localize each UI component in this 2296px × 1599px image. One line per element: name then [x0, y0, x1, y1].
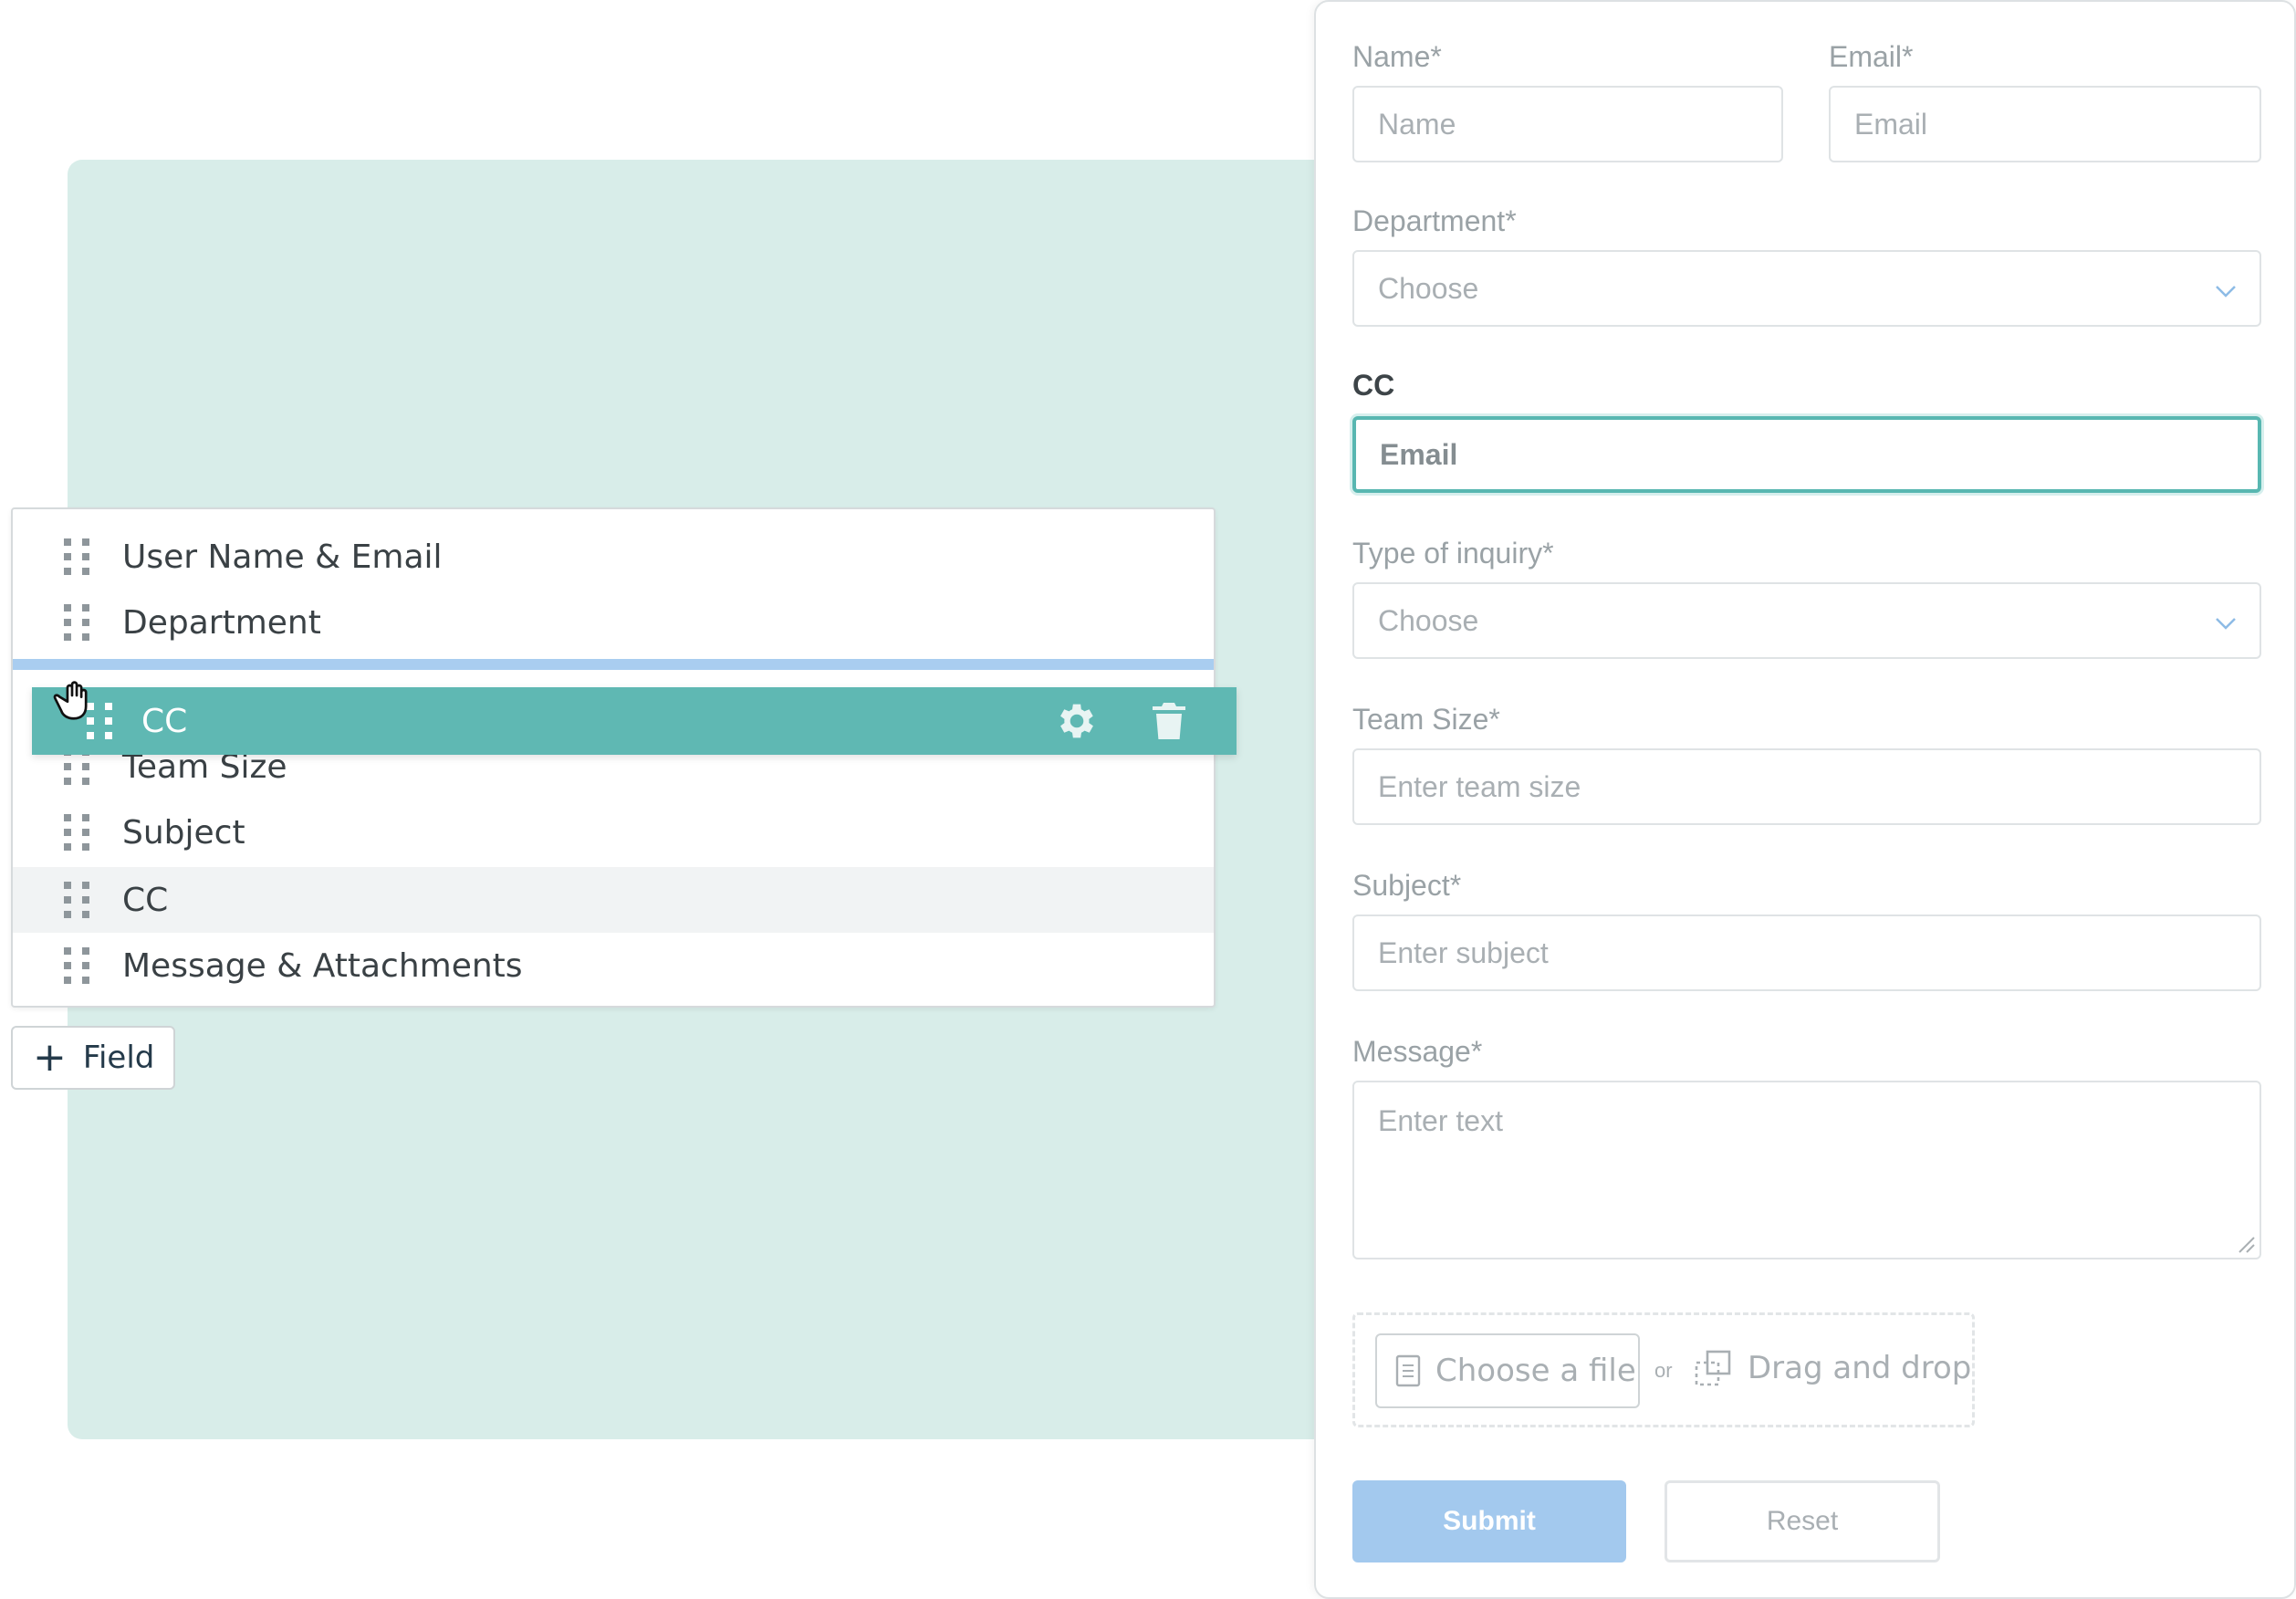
dragged-field-item[interactable]: CC	[32, 687, 1237, 755]
email-placeholder: Email	[1854, 107, 1928, 141]
subject-input[interactable]: Enter subject	[1352, 914, 2261, 991]
field-item-cc[interactable]: CC	[13, 867, 1214, 933]
field-item-user-name-email[interactable]: User Name & Email	[13, 524, 1214, 590]
team-size-input[interactable]: Enter team size	[1352, 748, 2261, 825]
grip-icon[interactable]	[64, 538, 91, 575]
department-value: Choose	[1378, 271, 1479, 305]
plus-icon: +	[33, 1034, 67, 1081]
chevron-down-icon	[2216, 618, 2236, 630]
name-input[interactable]: Name	[1352, 86, 1783, 162]
drag-and-drop: Drag and drop	[1693, 1348, 1971, 1388]
reset-label: Reset	[1766, 1506, 1839, 1536]
resize-handle-icon[interactable]	[2234, 1232, 2256, 1254]
team-size-label: Team Size*	[1352, 703, 1500, 736]
field-item-subject[interactable]: Subject	[13, 800, 1214, 865]
department-label: Department*	[1352, 204, 1517, 237]
drop-indicator	[13, 659, 1214, 670]
cc-label: CC	[1352, 369, 1395, 402]
grip-icon[interactable]	[64, 814, 91, 851]
field-item-label: Message & Attachments	[122, 946, 523, 985]
message-placeholder: Enter text	[1378, 1104, 1503, 1137]
reset-button[interactable]: Reset	[1665, 1480, 1940, 1562]
field-item-label: CC	[122, 881, 169, 919]
message-label: Message*	[1352, 1035, 1483, 1068]
field-item-message-attachments[interactable]: Message & Attachments	[13, 933, 1214, 998]
drag-and-drop-label: Drag and drop	[1748, 1350, 1972, 1386]
field-item-label: User Name & Email	[122, 538, 443, 576]
choose-file-label: Choose a file	[1435, 1353, 1636, 1389]
subject-placeholder: Enter subject	[1378, 935, 1549, 969]
document-icon	[1395, 1354, 1421, 1387]
add-field-label: Field	[82, 1040, 155, 1076]
file-upload-zone[interactable]: Choose a file or Drag and drop	[1352, 1312, 1975, 1427]
inquiry-label: Type of inquiry*	[1352, 537, 1554, 570]
grip-icon[interactable]	[64, 882, 91, 918]
submit-label: Submit	[1443, 1506, 1536, 1536]
gear-icon[interactable]	[1054, 698, 1100, 744]
email-label: Email*	[1829, 40, 1914, 73]
chevron-down-icon	[2216, 286, 2236, 298]
form-preview-panel: Name* Name Email* Email Department* Choo…	[1314, 0, 2296, 1599]
name-label: Name*	[1352, 40, 1442, 73]
email-input[interactable]: Email	[1829, 86, 2261, 162]
inquiry-value: Choose	[1378, 603, 1479, 637]
cc-email-input[interactable]: Email	[1352, 416, 2261, 493]
dragged-field-label: CC	[141, 702, 188, 740]
drag-drop-icon	[1695, 1350, 1731, 1386]
field-list: User Name & Email Department Team Size S…	[11, 507, 1216, 1008]
cc-placeholder: Email	[1380, 437, 1458, 471]
grip-icon[interactable]	[64, 604, 91, 641]
grip-icon[interactable]	[64, 947, 91, 984]
add-field-button[interactable]: + Field	[11, 1026, 175, 1090]
or-label: or	[1654, 1359, 1673, 1382]
field-item-label: Department	[122, 603, 321, 642]
field-item-label: Subject	[122, 813, 245, 852]
department-select[interactable]: Choose	[1352, 250, 2261, 327]
team-size-placeholder: Enter team size	[1378, 769, 1581, 803]
name-placeholder: Name	[1378, 107, 1456, 141]
subject-label: Subject*	[1352, 869, 1462, 902]
field-item-department[interactable]: Department	[13, 590, 1214, 655]
choose-file-button[interactable]: Choose a file	[1375, 1333, 1640, 1408]
message-textarea[interactable]: Enter text	[1352, 1081, 2261, 1259]
submit-button[interactable]: Submit	[1352, 1480, 1626, 1562]
grab-hand-icon	[53, 681, 88, 720]
inquiry-select[interactable]: Choose	[1352, 582, 2261, 659]
trash-icon[interactable]	[1147, 698, 1191, 744]
